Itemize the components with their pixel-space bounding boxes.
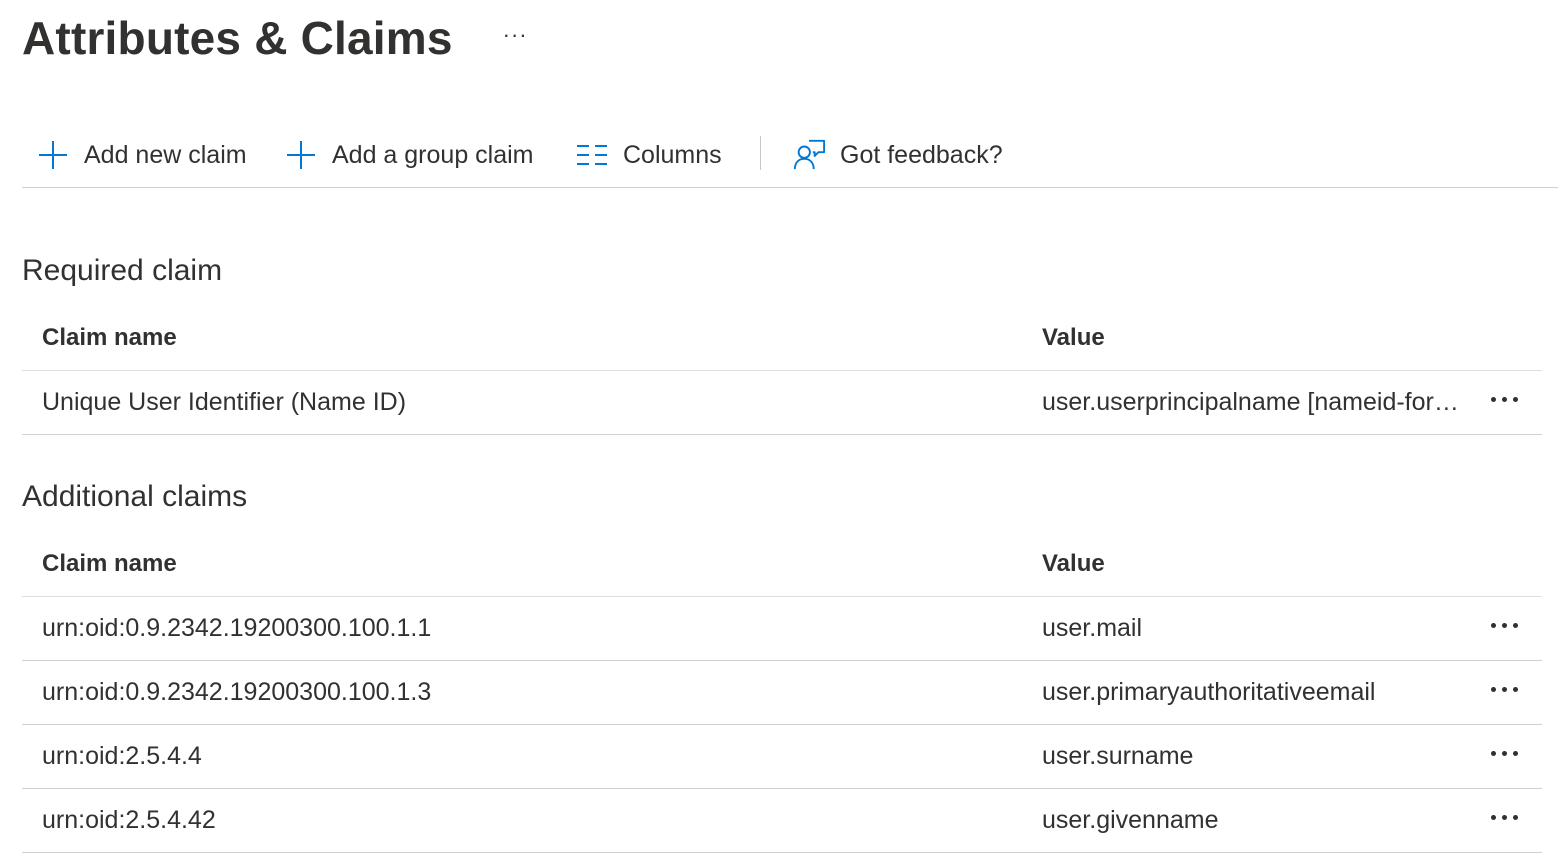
claim-name-cell: urn:oid:2.5.4.42 bbox=[42, 806, 216, 834]
required-claim-heading: Required claim bbox=[22, 254, 223, 287]
claim-name-cell: urn:oid:0.9.2342.19200300.100.1.1 bbox=[42, 614, 432, 642]
claim-value-cell: user.surname bbox=[1042, 742, 1194, 770]
column-header-value[interactable]: Value bbox=[1042, 532, 1472, 596]
plus-icon bbox=[284, 138, 318, 172]
required-claim-table: Claim name Value Unique User Identifier … bbox=[22, 306, 1542, 435]
feedback-icon bbox=[792, 138, 826, 172]
table-row[interactable]: urn:oid:0.9.2342.19200300.100.1.3 user.p… bbox=[22, 661, 1542, 725]
claim-value-cell: user.userprincipalname [nameid-format:em… bbox=[1042, 388, 1472, 416]
column-header-claim-name[interactable]: Claim name bbox=[42, 306, 1002, 370]
add-group-claim-label: Add a group claim bbox=[332, 140, 534, 169]
row-more-options-icon[interactable] bbox=[1484, 661, 1524, 724]
table-header-row: Claim name Value bbox=[22, 306, 1542, 371]
attributes-claims-page: Attributes & Claims ··· Add new claim Ad… bbox=[22, 0, 1558, 856]
claim-name-cell: urn:oid:0.9.2342.19200300.100.1.3 bbox=[42, 678, 432, 706]
claim-name-cell: Unique User Identifier (Name ID) bbox=[42, 388, 407, 416]
row-more-options-icon[interactable] bbox=[1484, 597, 1524, 660]
title-row: Attributes & Claims ··· bbox=[22, 8, 528, 68]
got-feedback-label: Got feedback? bbox=[840, 140, 1003, 169]
command-bar: Add new claim Add a group claim Columns bbox=[22, 124, 1558, 188]
claim-value-cell: user.primaryauthoritativeemail bbox=[1042, 678, 1376, 706]
page-title: Attributes & Claims bbox=[22, 12, 453, 64]
table-row[interactable]: urn:oid:0.9.2342.19200300.100.1.1 user.m… bbox=[22, 597, 1542, 661]
columns-button[interactable]: Columns bbox=[575, 124, 722, 186]
more-options-icon[interactable]: ··· bbox=[503, 22, 528, 48]
table-row[interactable]: urn:oid:2.5.4.4 user.surname bbox=[22, 725, 1542, 789]
plus-icon bbox=[36, 138, 70, 172]
columns-label: Columns bbox=[623, 140, 722, 169]
additional-claims-heading: Additional claims bbox=[22, 480, 248, 513]
table-row[interactable]: Unique User Identifier (Name ID) user.us… bbox=[22, 371, 1542, 435]
claim-value-cell: user.mail bbox=[1042, 614, 1143, 642]
columns-icon bbox=[575, 138, 609, 172]
add-new-claim-button[interactable]: Add new claim bbox=[36, 124, 247, 186]
add-group-claim-button[interactable]: Add a group claim bbox=[284, 124, 534, 186]
claim-value-cell: user.givenname bbox=[1042, 806, 1219, 834]
column-header-claim-name[interactable]: Claim name bbox=[42, 532, 1002, 596]
got-feedback-button[interactable]: Got feedback? bbox=[792, 124, 1003, 186]
additional-claims-table: Claim name Value urn:oid:0.9.2342.192003… bbox=[22, 532, 1542, 853]
add-new-claim-label: Add new claim bbox=[84, 140, 247, 169]
row-more-options-icon[interactable] bbox=[1484, 371, 1524, 434]
claim-name-cell: urn:oid:2.5.4.4 bbox=[42, 742, 202, 770]
table-header-row: Claim name Value bbox=[22, 532, 1542, 597]
row-more-options-icon[interactable] bbox=[1484, 789, 1524, 852]
table-row[interactable]: urn:oid:2.5.4.42 user.givenname bbox=[22, 789, 1542, 853]
row-more-options-icon[interactable] bbox=[1484, 725, 1524, 788]
toolbar-divider bbox=[760, 136, 761, 170]
column-header-value[interactable]: Value bbox=[1042, 306, 1472, 370]
